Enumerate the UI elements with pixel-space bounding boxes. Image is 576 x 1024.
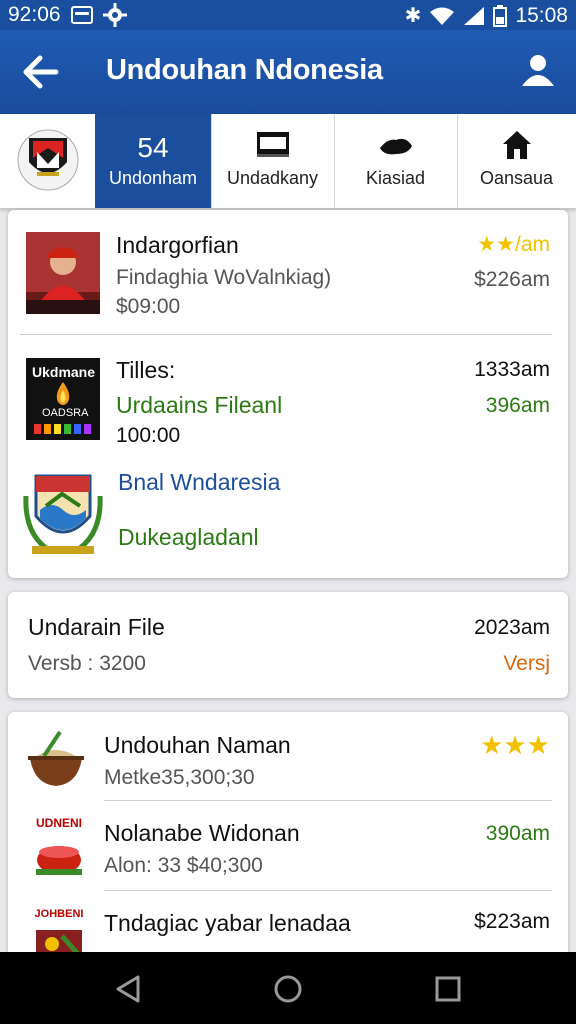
screen-icon: [70, 6, 93, 24]
flame-icon: [56, 382, 70, 405]
tab-label: Kiasiad: [365, 168, 426, 188]
product-thumbnail: UDNENI: [30, 816, 88, 878]
content-card-2[interactable]: Undarain File Versb : 3200 2023am Versj: [8, 592, 568, 698]
thumbnail-text: JOHBENI: [34, 908, 84, 920]
file-version: Versb : 3200: [28, 652, 146, 675]
item-rating: ★★/am: [477, 232, 550, 257]
content-card-1: Indargorfian Findaghia WoValnkiag) $09:0…: [8, 210, 568, 578]
thumbnail-text: Ukdmane: [32, 364, 96, 380]
divider: [104, 890, 552, 891]
item-title: Undouhan Naman: [104, 732, 291, 758]
file-time: 2023am: [474, 616, 550, 639]
item-title: Bnal Wndaresia: [118, 469, 281, 495]
item-subtitle: Findaghia WoValnkiag): [116, 266, 332, 289]
tab-oansaua[interactable]: Oansaua: [457, 114, 576, 208]
signal-icon: [464, 6, 485, 25]
item-time: $223am: [474, 910, 550, 933]
status-bar: 92:06 ✱ 15:08: [0, 0, 576, 30]
color-bars-icon: [34, 424, 91, 434]
tab-undadkany[interactable]: Undadkany: [211, 114, 335, 208]
item-subtitle: Dukeagladanl: [118, 524, 259, 550]
page-title: Undouhan Ndonesia: [106, 54, 383, 86]
tab-label: Oansaua: [479, 168, 554, 188]
rating-stars: ★★★: [480, 730, 550, 760]
divider: [20, 334, 552, 335]
item-value: 100:00: [116, 424, 181, 447]
nav-recents-icon[interactable]: [431, 972, 465, 1006]
content-card-3: Undouhan Naman Metke35,300;30 ★★★ UDNENI…: [8, 712, 568, 972]
emblem-logo-icon: [17, 129, 78, 191]
status-time-left: 92:06: [8, 3, 61, 26]
tab-label: Undadkany: [226, 168, 319, 188]
tab-count: 54: [137, 132, 169, 163]
item-subtitle: Metke35,300;30: [104, 766, 255, 789]
version-badge[interactable]: Versj: [503, 652, 550, 676]
thumbnail-text: OADSRA: [42, 407, 89, 419]
wifi-icon: [430, 7, 455, 25]
rating-stars: ★★: [477, 233, 515, 256]
tab-label: Undonham: [108, 168, 198, 188]
system-nav-bar: [0, 952, 576, 1024]
rating-suffix: /am: [514, 233, 550, 256]
item-time: 390am: [485, 822, 550, 845]
item-subtitle: Alon: 33 $40;300: [104, 854, 263, 877]
item-subtitle: Urdaains Fileanl: [116, 392, 283, 418]
item-title: Nolanabe Widonan: [104, 820, 300, 846]
battery-icon: [493, 4, 508, 27]
tab-undonham[interactable]: 54 Undonham: [95, 114, 212, 208]
person-thumbnail: [26, 232, 100, 314]
settings-gear-icon: [102, 3, 127, 27]
home-icon: [502, 131, 531, 159]
app-bar: Undouhan Ndonesia: [0, 30, 576, 114]
back-arrow-icon[interactable]: [20, 52, 60, 92]
thumbnail-text: UDNENI: [35, 816, 82, 830]
briefcase-icon: [256, 132, 289, 157]
thumbnail: Ukdmane OADSRA: [26, 358, 100, 440]
item-time-secondary: 396am: [485, 394, 550, 417]
item-time: 1333am: [474, 358, 550, 381]
item-price: $09:00: [116, 295, 181, 318]
nav-home-icon[interactable]: [271, 972, 305, 1006]
divider: [104, 800, 552, 801]
cloud-icon: [379, 138, 412, 155]
cooking-pot-icon: [36, 846, 82, 875]
item-title: Indargorfian: [116, 232, 239, 258]
tab-kiasiad[interactable]: Kiasiad: [334, 114, 458, 208]
item-time: $226am: [474, 268, 550, 291]
bluetooth-icon: ✱: [404, 5, 422, 27]
item-title: Tndagiac yabar lenadaa: [104, 910, 351, 936]
tab-emblem[interactable]: [0, 114, 96, 208]
tab-bar: 54 Undonham Undadkany Kiasiad Oansaua: [0, 114, 576, 209]
nav-back-icon[interactable]: [112, 972, 146, 1006]
item-title: Tilles:: [116, 357, 176, 383]
file-title: Undarain File: [28, 614, 165, 640]
regional-crest-icon: [23, 474, 103, 555]
food-bowl-icon: [28, 730, 84, 786]
user-profile-icon[interactable]: [520, 52, 556, 88]
status-time-right: 15:08: [515, 3, 568, 27]
